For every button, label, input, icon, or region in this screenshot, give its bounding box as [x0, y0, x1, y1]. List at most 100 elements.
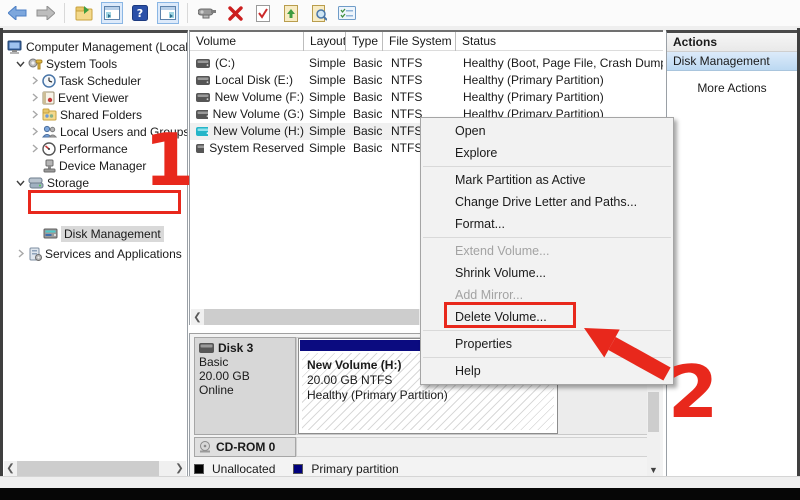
tree-item-label: Device Manager	[59, 159, 146, 173]
annotation-number-2: 2	[668, 360, 718, 425]
chevron-right-icon[interactable]	[29, 76, 39, 85]
sidebar-horizontal-scrollbar[interactable]: ❮ ❯	[4, 461, 186, 476]
volume-fs: NTFS	[391, 89, 451, 106]
doc-check-icon[interactable]	[252, 2, 274, 24]
console-tree-panel: Computer Management (Local System Tools …	[3, 30, 188, 476]
volume-name: New Volume (H:)	[213, 123, 304, 140]
services-icon	[28, 247, 42, 261]
volume-type: Basic	[353, 89, 383, 106]
tree-item-services-and-applications[interactable]: Services and Applications	[15, 245, 182, 262]
menu-item-explore[interactable]: Explore	[421, 142, 673, 164]
volume-name: Local Disk (E:)	[215, 72, 293, 89]
disk-name: Disk 3	[218, 341, 253, 355]
cdrom-header[interactable]: CD-ROM 0	[194, 437, 296, 457]
task-scheduler-icon	[42, 74, 56, 88]
chevron-right-icon[interactable]	[29, 110, 39, 119]
menu-separator	[423, 166, 671, 167]
list-panel-icon[interactable]	[336, 2, 358, 24]
disk-icon	[199, 343, 214, 353]
cdrom-name: CD-ROM 0	[216, 440, 275, 454]
column-header-type[interactable]: Type	[346, 32, 383, 51]
volume-layout: Simple	[309, 123, 346, 140]
chevron-down-icon[interactable]	[15, 178, 25, 187]
system-tools-icon	[28, 57, 43, 70]
legend-unallocated-label: Unallocated	[212, 462, 275, 476]
table-row-f[interactable]: New Volume (F:) Simple Basic NTFS Health…	[190, 89, 663, 106]
table-row-c[interactable]: (C:) Simple Basic NTFS Healthy (Boot, Pa…	[190, 55, 663, 72]
chevron-right-icon[interactable]	[15, 249, 25, 258]
column-header-layout[interactable]: Layout	[304, 32, 346, 51]
svg-text:?: ?	[137, 7, 143, 20]
tree-item-label: Task Scheduler	[59, 74, 141, 88]
tree-item-disk-management[interactable]: Disk Management	[43, 225, 164, 242]
menu-item-format[interactable]: Format...	[421, 213, 673, 235]
tree-item-computer-management[interactable]: Computer Management (Local	[7, 38, 188, 55]
volume-type: Basic	[353, 55, 383, 72]
back-icon[interactable]	[6, 2, 28, 24]
scrollbar-thumb[interactable]	[204, 309, 419, 325]
menu-separator	[423, 237, 671, 238]
column-header-volume[interactable]: Volume	[190, 32, 304, 51]
delete-icon[interactable]	[224, 2, 246, 24]
console-tree-toggle-icon[interactable]	[101, 2, 123, 24]
annotation-arrow	[582, 326, 682, 386]
forward-icon[interactable]	[34, 2, 56, 24]
scrollbar-thumb[interactable]	[648, 392, 659, 432]
scroll-down-icon[interactable]: ▼	[647, 463, 660, 476]
folder-arrow-icon[interactable]	[73, 2, 95, 24]
menu-item-change-drive-letter[interactable]: Change Drive Letter and Paths...	[421, 191, 673, 213]
volume-table-header: Volume Layout Type File System Status	[190, 32, 663, 51]
tree-item-event-viewer[interactable]: Event Viewer	[29, 89, 128, 106]
partition-health: Healthy (Primary Partition)	[307, 388, 448, 403]
column-header-status[interactable]: Status	[456, 32, 663, 51]
cdrom-icon	[198, 441, 212, 453]
scroll-left-icon[interactable]: ❮	[4, 461, 17, 476]
disk-status: Online	[199, 383, 291, 397]
chevron-right-icon[interactable]	[29, 144, 39, 153]
disk-management-icon	[43, 228, 58, 239]
shared-folders-icon	[42, 108, 57, 121]
drive-icon	[196, 93, 210, 102]
menu-item-open[interactable]: Open	[421, 120, 673, 142]
table-row-e[interactable]: Local Disk (E:) Simple Basic NTFS Health…	[190, 72, 663, 89]
tree-item-device-manager[interactable]: Device Manager	[43, 157, 146, 174]
doc-magnifier-icon[interactable]	[308, 2, 330, 24]
chevron-right-icon[interactable]	[29, 127, 39, 136]
actions-disk-management-item[interactable]: Disk Management	[667, 52, 797, 71]
help-icon[interactable]: ?	[129, 2, 151, 24]
volume-fs: NTFS	[391, 72, 451, 89]
tree-item-shared-folders[interactable]: Shared Folders	[29, 106, 142, 123]
menu-item-shrink-volume[interactable]: Shrink Volume...	[421, 262, 673, 284]
storage-icon	[28, 176, 44, 189]
volume-layout: Simple	[309, 55, 346, 72]
volume-layout: Simple	[309, 106, 346, 123]
volume-layout: Simple	[309, 140, 346, 157]
scrollbar-thumb[interactable]	[17, 461, 159, 476]
toolbar: ?	[0, 0, 800, 26]
tree-item-label: System Tools	[46, 57, 117, 71]
scroll-right-icon[interactable]: ❯	[173, 461, 186, 476]
legend-primary-label: Primary partition	[311, 462, 398, 476]
tree-item-storage[interactable]: Storage	[15, 174, 89, 191]
menu-item-mark-partition-active[interactable]: Mark Partition as Active	[421, 169, 673, 191]
volume-layout: Simple	[309, 72, 346, 89]
device-icon[interactable]	[196, 2, 218, 24]
scroll-left-icon[interactable]: ❮	[191, 309, 204, 325]
action-pane-toggle-icon[interactable]	[157, 2, 179, 24]
drive-icon	[196, 76, 210, 85]
legend-bar: Unallocated Primary partition	[194, 461, 662, 477]
disk3-header[interactable]: Disk 3 Basic 20.00 GB Online	[194, 337, 296, 435]
volume-name: New Volume (G:)	[213, 106, 304, 123]
volume-type: Basic	[353, 140, 383, 157]
tree-item-system-tools[interactable]: System Tools	[15, 55, 117, 72]
legend-unallocated-swatch	[194, 464, 204, 474]
volume-type: Basic	[353, 72, 383, 89]
chevron-down-icon[interactable]	[15, 59, 25, 68]
tree-item-performance[interactable]: Performance	[29, 140, 128, 157]
tree-item-task-scheduler[interactable]: Task Scheduler	[29, 72, 141, 89]
drive-icon	[196, 59, 210, 68]
column-header-file-system[interactable]: File System	[383, 32, 456, 51]
more-actions-button[interactable]: More Actions	[667, 81, 797, 95]
doc-up-arrow-icon[interactable]	[280, 2, 302, 24]
chevron-right-icon[interactable]	[29, 93, 39, 102]
